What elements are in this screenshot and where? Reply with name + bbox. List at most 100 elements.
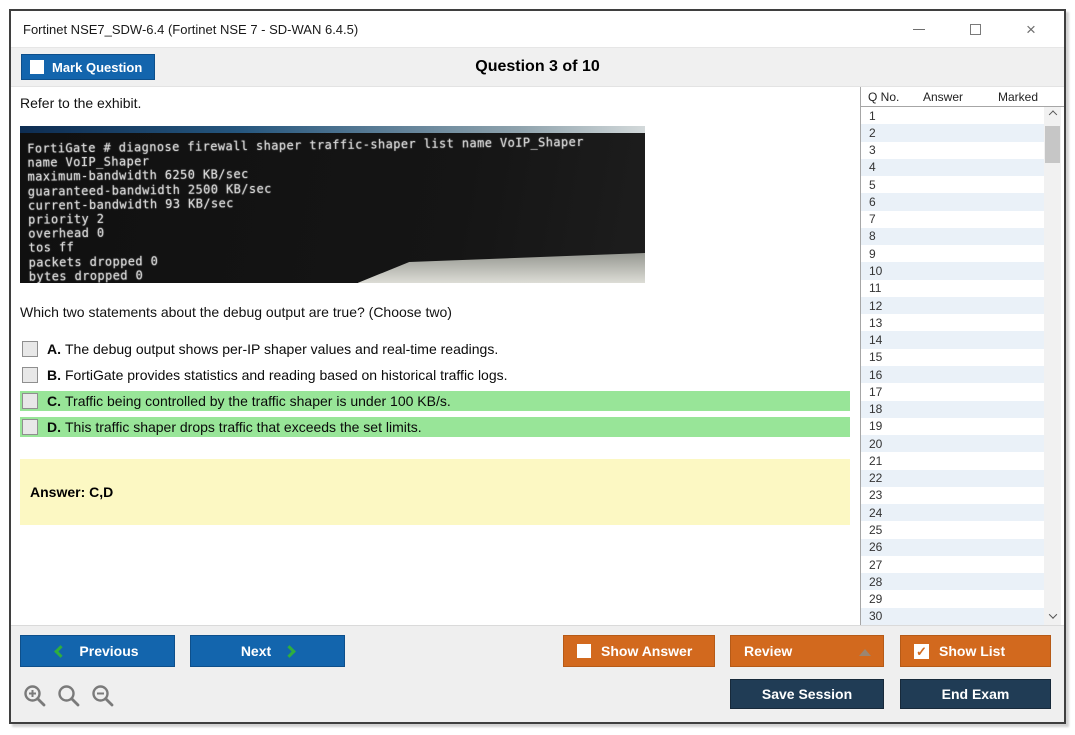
exam-app-window: Fortinet NSE7_SDW-6.4 (Fortinet NSE 7 - … [9,9,1066,724]
question-counter: Question 3 of 10 [475,58,599,76]
save-session-label: Save Session [762,686,852,702]
option-c[interactable]: C.Traffic being controlled by the traffi… [20,391,850,411]
option-text: C.Traffic being controlled by the traffi… [47,393,451,409]
previous-button[interactable]: Previous [20,635,175,667]
question-number: 27 [869,558,882,572]
zoom-controls [22,683,117,710]
chevron-left-icon [55,645,68,658]
option-text: A.The debug output shows per-IP shaper v… [47,341,498,357]
question-list-row-21[interactable]: 21 [861,452,1044,469]
scroll-up-icon[interactable] [1044,108,1061,124]
question-list-row-20[interactable]: 20 [861,435,1044,452]
question-number: 29 [869,592,882,606]
question-number: 13 [869,316,882,330]
previous-label: Previous [79,643,138,659]
question-list-row-18[interactable]: 18 [861,401,1044,418]
question-number: 5 [869,178,876,192]
question-list-row-29[interactable]: 29 [861,590,1044,607]
question-list-row-24[interactable]: 24 [861,504,1044,521]
caret-up-icon [859,649,871,656]
mark-question-label: Mark Question [52,60,142,75]
question-list-row-9[interactable]: 9 [861,245,1044,262]
save-session-button[interactable]: Save Session [730,679,884,709]
chevron-right-icon [283,645,296,658]
question-list-row-1[interactable]: 1 [861,107,1044,124]
scrollbar-thumb[interactable] [1045,126,1060,163]
end-exam-button[interactable]: End Exam [900,679,1051,709]
question-list-row-11[interactable]: 11 [861,280,1044,297]
zoom-in-icon[interactable] [22,683,49,710]
option-d[interactable]: D.This traffic shaper drops traffic that… [20,417,850,437]
question-list-row-30[interactable]: 30 [861,608,1044,625]
question-list-row-17[interactable]: 17 [861,383,1044,400]
zoom-reset-icon[interactable] [56,683,83,710]
screen: Fortinet NSE7_SDW-6.4 (Fortinet NSE 7 - … [0,0,1075,735]
question-list-row-26[interactable]: 26 [861,539,1044,556]
question-list-row-14[interactable]: 14 [861,331,1044,348]
show-list-checkbox-icon[interactable]: ✓ [914,644,929,659]
question-number: 3 [869,143,876,157]
question-list-row-12[interactable]: 12 [861,297,1044,314]
option-checkbox-icon[interactable] [22,367,38,383]
question-header-bar: Mark Question Question 3 of 10 [11,47,1064,87]
review-label: Review [744,643,792,659]
question-list-row-3[interactable]: 3 [861,142,1044,159]
question-number: 8 [869,229,876,243]
question-number: 30 [869,609,882,623]
question-list-row-10[interactable]: 10 [861,262,1044,279]
column-marked: Marked [998,90,1038,104]
option-checkbox-icon[interactable] [22,419,38,435]
question-number: 11 [869,281,881,295]
close-icon[interactable]: × [1022,20,1040,38]
question-number: 28 [869,575,882,589]
show-list-button[interactable]: ✓ Show List [900,635,1051,667]
option-checkbox-icon[interactable] [22,393,38,409]
question-list-row-8[interactable]: 8 [861,228,1044,245]
show-list-label: Show List [939,643,1005,659]
options-list: A.The debug output shows per-IP shaper v… [20,339,860,437]
show-answer-checkbox-icon[interactable] [577,644,591,658]
question-list-row-16[interactable]: 16 [861,366,1044,383]
show-answer-button[interactable]: Show Answer [563,635,715,667]
question-list: 1234567891011121314151617181920212223242… [861,107,1064,625]
question-number: 6 [869,195,876,209]
show-answer-label: Show Answer [601,643,692,659]
question-list-row-7[interactable]: 7 [861,211,1044,228]
window-controls: × [910,20,1064,38]
question-number: 26 [869,540,882,554]
option-checkbox-icon[interactable] [22,341,38,357]
refer-text: Refer to the exhibit. [20,94,860,112]
zoom-out-icon[interactable] [90,683,117,710]
option-a[interactable]: A.The debug output shows per-IP shaper v… [20,339,850,359]
question-number: 12 [869,299,882,313]
question-number: 7 [869,212,876,226]
next-button[interactable]: Next [190,635,345,667]
option-b[interactable]: B.FortiGate provides statistics and read… [20,365,850,385]
review-dropdown-button[interactable]: Review [730,635,884,667]
question-list-row-15[interactable]: 15 [861,349,1044,366]
maximize-icon[interactable] [966,20,984,38]
question-list-row-28[interactable]: 28 [861,573,1044,590]
question-number: 1 [869,109,876,123]
mark-question-checkbox-icon[interactable] [30,60,44,74]
question-list-row-6[interactable]: 6 [861,193,1044,210]
question-list-row-22[interactable]: 22 [861,470,1044,487]
scroll-down-icon[interactable] [1044,608,1061,624]
question-list-row-25[interactable]: 25 [861,521,1044,538]
question-list-row-13[interactable]: 13 [861,314,1044,331]
question-list-row-19[interactable]: 19 [861,418,1044,435]
question-number: 19 [869,419,882,433]
question-list-row-4[interactable]: 4 [861,159,1044,176]
question-list-row-23[interactable]: 23 [861,487,1044,504]
question-number: 14 [869,333,882,347]
mark-question-button[interactable]: Mark Question [21,54,155,80]
question-list-row-27[interactable]: 27 [861,556,1044,573]
question-list-row-5[interactable]: 5 [861,176,1044,193]
exhibit-photo-topbar [20,126,645,133]
question-list-row-2[interactable]: 2 [861,124,1044,141]
question-list-scrollbar[interactable] [1044,107,1061,625]
column-qno: Q No. [868,90,899,104]
question-number: 4 [869,160,876,174]
minimize-icon[interactable] [910,20,928,38]
question-number: 17 [869,385,882,399]
